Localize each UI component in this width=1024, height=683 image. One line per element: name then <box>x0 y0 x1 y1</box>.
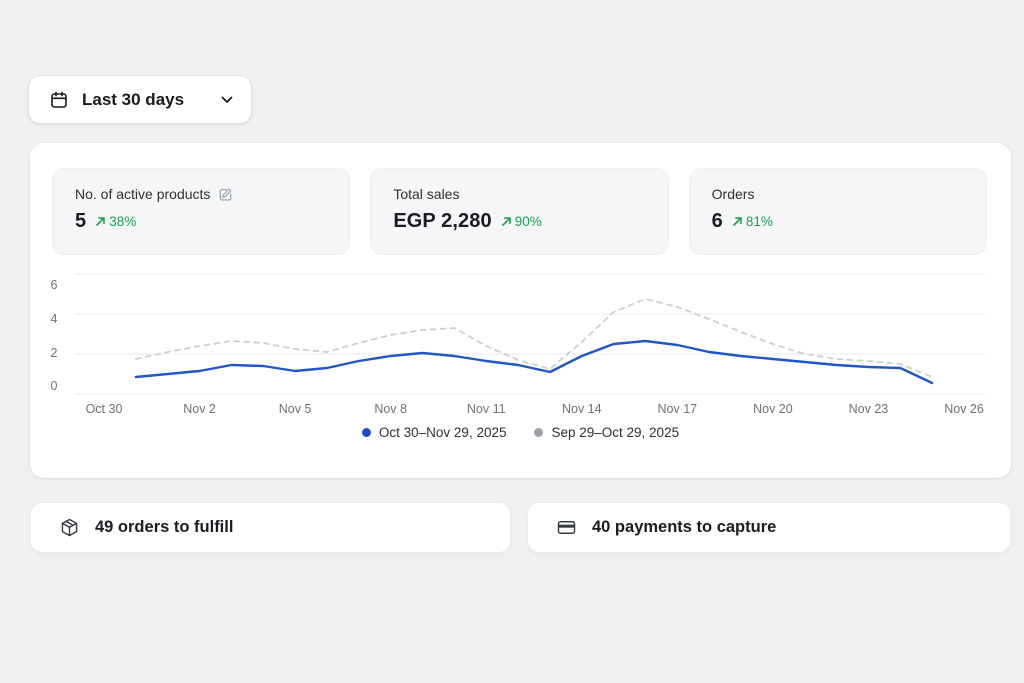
metric-title: No. of active products <box>75 186 210 202</box>
metric-title: Orders <box>712 186 755 202</box>
action-card-label: 49 orders to fulfill <box>95 518 233 537</box>
metric-value: 5 <box>75 210 86 233</box>
x-tick-label: Nov 2 <box>183 402 216 416</box>
x-tick-label: Oct 30 <box>86 402 123 416</box>
calendar-icon <box>49 90 69 110</box>
y-tick-label: 2 <box>44 345 64 361</box>
x-tick-label: Nov 17 <box>658 402 698 416</box>
arrow-up-right-icon <box>501 216 512 227</box>
metric-card-total-sales[interactable]: Total sales EGP 2,280 90% <box>370 168 668 255</box>
legend-dot <box>534 428 543 437</box>
chevron-down-icon <box>221 96 233 104</box>
edit-icon[interactable] <box>218 187 233 202</box>
orders-to-fulfill-card[interactable]: 49 orders to fulfill <box>30 502 511 553</box>
metric-delta: 81% <box>732 214 773 229</box>
credit-card-icon <box>556 517 577 538</box>
metrics-row: No. of active products 5 38% <box>52 168 987 255</box>
metric-title: Total sales <box>393 186 459 202</box>
x-tick-label: Nov 8 <box>374 402 407 416</box>
payments-to-capture-card[interactable]: 40 payments to capture <box>527 502 1011 553</box>
package-icon <box>59 517 80 538</box>
current-period-line <box>136 341 932 383</box>
metric-delta: 38% <box>95 214 136 229</box>
y-tick-label: 0 <box>44 378 64 394</box>
metric-delta-value: 38% <box>109 214 136 229</box>
metric-delta-value: 90% <box>515 214 542 229</box>
legend-dot <box>362 428 371 437</box>
x-tick-label: Nov 11 <box>467 402 506 416</box>
legend-label: Oct 30–Nov 29, 2025 <box>379 425 507 440</box>
legend-label: Sep 29–Oct 29, 2025 <box>551 425 679 440</box>
trend-chart-svg <box>75 268 985 403</box>
arrow-up-right-icon <box>732 216 743 227</box>
x-tick-label: Nov 23 <box>849 402 889 416</box>
date-range-button[interactable]: Last 30 days <box>28 75 252 124</box>
metric-card-orders[interactable]: Orders 6 81% <box>689 168 987 255</box>
x-tick-label: Nov 26 <box>944 402 984 416</box>
y-tick-label: 6 <box>44 277 64 293</box>
metric-value: EGP 2,280 <box>393 210 491 233</box>
arrow-up-right-icon <box>95 216 106 227</box>
legend-item-current-period: Oct 30–Nov 29, 2025 <box>362 425 507 440</box>
legend-item-previous-period: Sep 29–Oct 29, 2025 <box>534 425 679 440</box>
metric-card-active-products[interactable]: No. of active products 5 38% <box>52 168 350 255</box>
x-tick-label: Nov 14 <box>562 402 602 416</box>
metric-delta-value: 81% <box>746 214 773 229</box>
analytics-card: No. of active products 5 38% <box>30 143 1011 478</box>
y-tick-label: 4 <box>44 311 64 327</box>
chart-x-axis: Oct 30 Nov 2 Nov 5 Nov 8 Nov 11 Nov 14 Nov 17 N… <box>75 402 985 418</box>
action-card-label: 40 payments to capture <box>592 518 776 537</box>
x-tick-label: Nov 5 <box>279 402 312 416</box>
metric-value: 6 <box>712 210 723 233</box>
x-tick-label: Nov 20 <box>753 402 793 416</box>
date-range-label: Last 30 days <box>82 90 207 110</box>
chart-legend: Oct 30–Nov 29, 2025 Sep 29–Oct 29, 2025 <box>30 424 1011 440</box>
metric-delta: 90% <box>501 214 542 229</box>
